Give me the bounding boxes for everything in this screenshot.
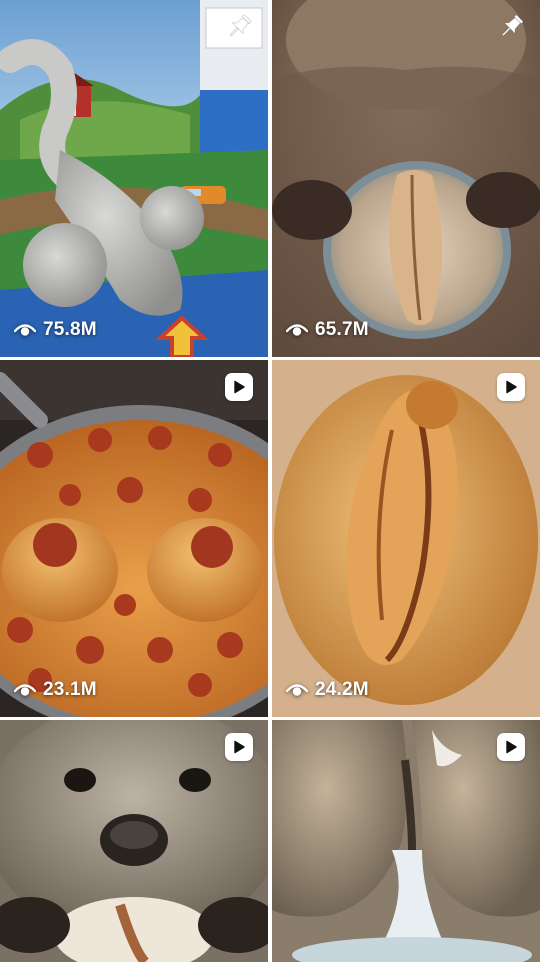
eye-icon bbox=[14, 684, 36, 696]
play-icon bbox=[497, 373, 525, 401]
thumbnail-image bbox=[0, 360, 268, 717]
play-icon bbox=[225, 373, 253, 401]
thumbnail-tile[interactable]: 24.2M bbox=[272, 360, 540, 717]
thumbnail-tile[interactable]: 65.7M bbox=[272, 0, 540, 357]
view-count: 65.7M bbox=[286, 319, 369, 341]
eye-icon bbox=[286, 324, 308, 336]
view-count-text: 75.8M bbox=[43, 319, 97, 340]
play-badge bbox=[496, 732, 526, 762]
view-count-text: 65.7M bbox=[315, 319, 369, 340]
thumbnail-grid: 75.8M 65.7M 23.1M 24.2M bbox=[0, 0, 540, 962]
thumbnail-image bbox=[0, 0, 268, 357]
play-badge bbox=[496, 372, 526, 402]
thumbnail-tile[interactable]: 75.8M bbox=[0, 0, 268, 357]
view-count: 75.8M bbox=[14, 319, 97, 341]
play-icon bbox=[225, 733, 253, 761]
pin-badge bbox=[224, 12, 254, 42]
eye-icon bbox=[286, 684, 308, 696]
eye-icon bbox=[14, 324, 36, 336]
pin-icon bbox=[229, 14, 252, 37]
play-badge bbox=[224, 732, 254, 762]
thumbnail-image bbox=[272, 360, 540, 717]
pin-badge bbox=[496, 12, 526, 42]
view-count-text: 23.1M bbox=[43, 679, 97, 700]
thumbnail-image bbox=[272, 0, 540, 357]
view-count: 24.2M bbox=[286, 679, 369, 701]
thumbnail-tile[interactable]: 23.1M bbox=[0, 360, 268, 717]
play-badge bbox=[224, 372, 254, 402]
thumbnail-tile[interactable] bbox=[272, 720, 540, 962]
thumbnail-tile[interactable] bbox=[0, 720, 268, 962]
play-icon bbox=[497, 733, 525, 761]
view-count: 23.1M bbox=[14, 679, 97, 701]
pin-icon bbox=[501, 14, 524, 37]
view-count-text: 24.2M bbox=[315, 679, 369, 700]
